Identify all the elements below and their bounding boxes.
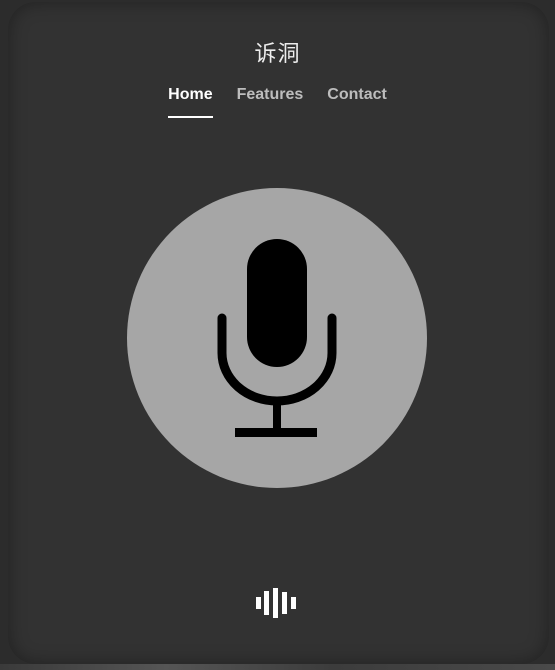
microphone-icon	[217, 239, 337, 437]
nav-item-features[interactable]: Features	[237, 86, 304, 110]
sound-wave-icon[interactable]	[256, 588, 298, 618]
background-edge	[0, 664, 555, 670]
top-nav: Home Features Contact	[0, 86, 555, 118]
nav-item-contact[interactable]: Contact	[327, 86, 387, 110]
app-title: 诉洞	[254, 42, 301, 67]
record-button[interactable]	[127, 188, 427, 488]
nav-item-home[interactable]: Home	[168, 86, 214, 118]
app-window: 诉洞 Home Features Contact	[0, 0, 555, 670]
